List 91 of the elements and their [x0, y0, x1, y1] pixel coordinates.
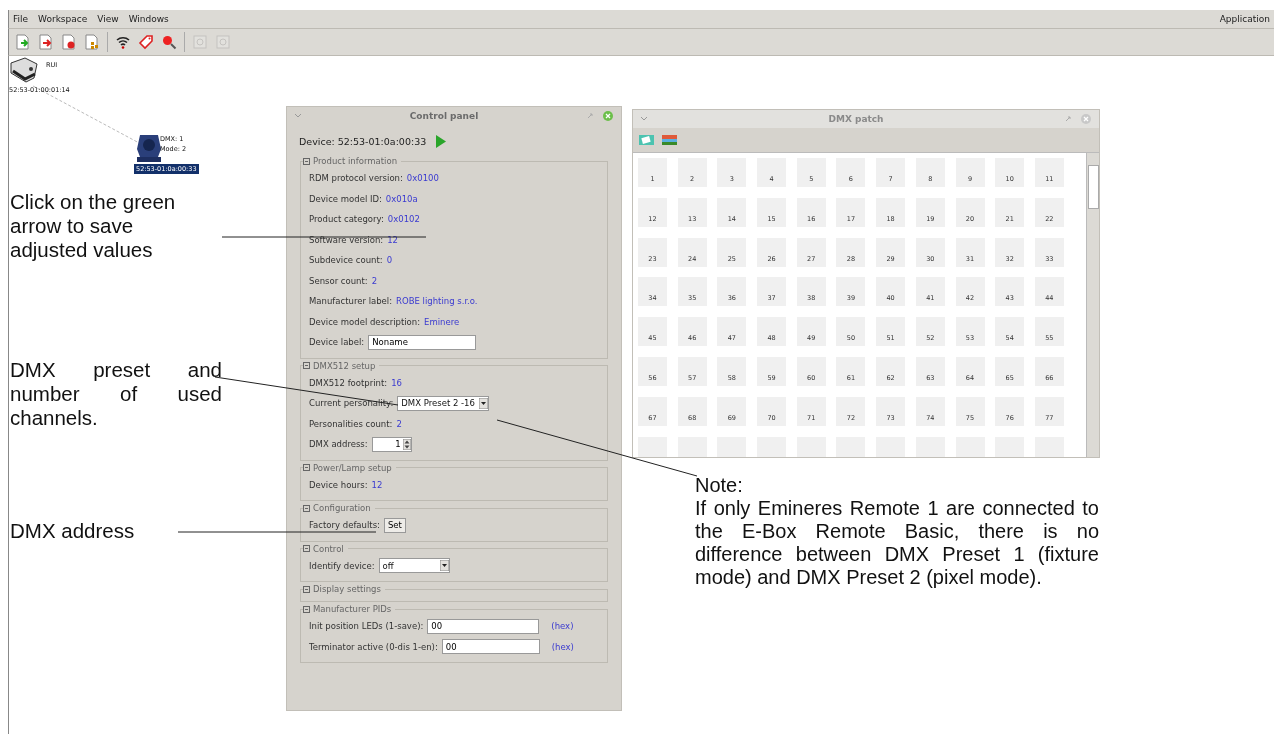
field-label: Factory defaults:	[309, 520, 380, 531]
text-field[interactable]: 00	[441, 639, 540, 655]
annotation-text: Click on the green arrow to save adjusted values	[10, 190, 177, 262]
dmx-slot[interactable]	[955, 436, 985, 457]
note-text: If only Emineres Remote 1 are connected to the E-Box Remote Basic, there is no difference between DMX Preset 1 (fixture mode) and DMX Preset 2 (pixel mode).	[695, 497, 1099, 589]
dropdown-arrow-icon[interactable]	[478, 397, 488, 409]
collapse-icon[interactable]	[303, 585, 310, 593]
controller-device-icon[interactable]	[9, 57, 39, 83]
collapse-icon[interactable]	[303, 464, 310, 471]
play-icon[interactable]	[436, 135, 447, 148]
dmx-slot[interactable]	[796, 436, 826, 457]
dmx-slot[interactable]	[995, 436, 1025, 457]
collapse-icon[interactable]	[303, 504, 310, 512]
dropdown-arrow-icon[interactable]	[439, 560, 449, 572]
field-label: Device model description:	[309, 316, 421, 327]
dmx-slot[interactable]	[677, 436, 707, 457]
field-label: Device hours:	[309, 479, 368, 490]
dmx-slot[interactable]	[836, 436, 866, 457]
spin-box[interactable]: 1	[371, 436, 412, 452]
device-id: Device: 52:53-01:0a:00:33	[299, 136, 427, 147]
field-value: 12	[371, 479, 383, 490]
scrollbar[interactable]	[1086, 153, 1099, 457]
window-title: DMX patch	[827, 114, 885, 124]
group-title: Power/Lamp setup	[313, 462, 392, 473]
field-value: 0x0100	[406, 173, 439, 184]
field-label: RDM protocol version:	[309, 173, 403, 184]
field-value: 16	[391, 377, 403, 388]
patch-tool-icon[interactable]	[639, 135, 654, 145]
note-title: Note:	[695, 474, 744, 497]
collapse-icon[interactable]	[303, 157, 310, 165]
menu-item[interactable]: File	[13, 14, 29, 24]
menu-item[interactable]: View	[97, 14, 119, 24]
chevron-down-icon[interactable]	[295, 114, 301, 118]
field-value: 0x010a	[385, 193, 418, 204]
field-label: Personalities count:	[309, 418, 393, 429]
field-label: Init position LEDs (1-save):	[309, 621, 424, 632]
field-label: Device label:	[309, 337, 365, 348]
field-value: ROBE lighting s.r.o.	[396, 296, 478, 307]
collapse-icon[interactable]	[303, 545, 310, 552]
menu-item[interactable]: Windows	[128, 14, 169, 24]
field-label: Current personality:	[309, 398, 394, 409]
field-value: 0	[386, 255, 393, 266]
dmx-slot[interactable]	[876, 436, 906, 457]
text-field[interactable]: Noname	[368, 334, 477, 350]
dropdown[interactable]: DMX Preset 2 -16	[397, 395, 489, 411]
collapse-icon[interactable]	[303, 362, 310, 369]
field-label: Sensor count:	[309, 275, 368, 286]
tag-icon[interactable]	[136, 32, 156, 52]
group-title: Manufacturer PIDs	[313, 604, 392, 614]
group-title: Configuration	[313, 503, 371, 513]
dmx-slot[interactable]	[717, 436, 747, 457]
dmx-slot[interactable]	[638, 436, 667, 457]
text-field[interactable]: 00	[427, 618, 540, 634]
menu-item[interactable]: Workspace	[38, 14, 88, 24]
patch-grid-icon[interactable]	[662, 135, 677, 145]
collapse-icon[interactable]	[303, 605, 310, 613]
restore-icon[interactable]	[587, 113, 593, 119]
field-label: DMX address:	[309, 439, 368, 450]
field-value: 2	[396, 418, 402, 429]
field-label: Terminator active (0-dis 1-en):	[309, 641, 438, 652]
chevron-down-icon[interactable]	[641, 117, 647, 121]
group-title: DMX512 setup	[313, 360, 376, 371]
group-title: Product information	[313, 156, 398, 166]
field-label: Device model ID:	[309, 193, 382, 204]
annotation-text: DMX address	[10, 519, 136, 543]
spin-arrows-icon[interactable]	[402, 438, 411, 450]
field-label: Subdevice count:	[309, 255, 383, 266]
field-value: 0x0102	[387, 214, 420, 225]
set-button[interactable]: Set	[383, 517, 406, 533]
restore-icon[interactable]	[1065, 116, 1071, 122]
dropdown[interactable]: off	[378, 558, 450, 574]
field-value: Eminere	[424, 316, 460, 327]
dmx-slot[interactable]	[757, 436, 787, 457]
field-label: Identify device:	[309, 560, 375, 571]
window-title: Control panel	[408, 111, 480, 121]
dmx-slot[interactable]	[915, 436, 945, 457]
field-value: 12	[387, 234, 398, 245]
field-label: DMX512 footprint:	[309, 377, 388, 388]
group-title: Control	[313, 543, 344, 554]
close-icon[interactable]	[1081, 114, 1091, 124]
field-label: Manufacturer label:	[309, 296, 393, 307]
field-label: Product category:	[309, 214, 384, 225]
menu-item[interactable]: Application	[1219, 14, 1270, 24]
unit-label: (hex)	[551, 641, 574, 652]
group-title: Display settings	[313, 584, 381, 594]
dmx-slot[interactable]	[1034, 436, 1064, 457]
unit-label: (hex)	[551, 621, 574, 632]
field-value: 2	[371, 275, 378, 286]
annotation-text: DMX preset and number of used channels.	[10, 358, 222, 430]
close-icon[interactable]	[603, 111, 613, 121]
field-label: Software version:	[309, 234, 384, 245]
